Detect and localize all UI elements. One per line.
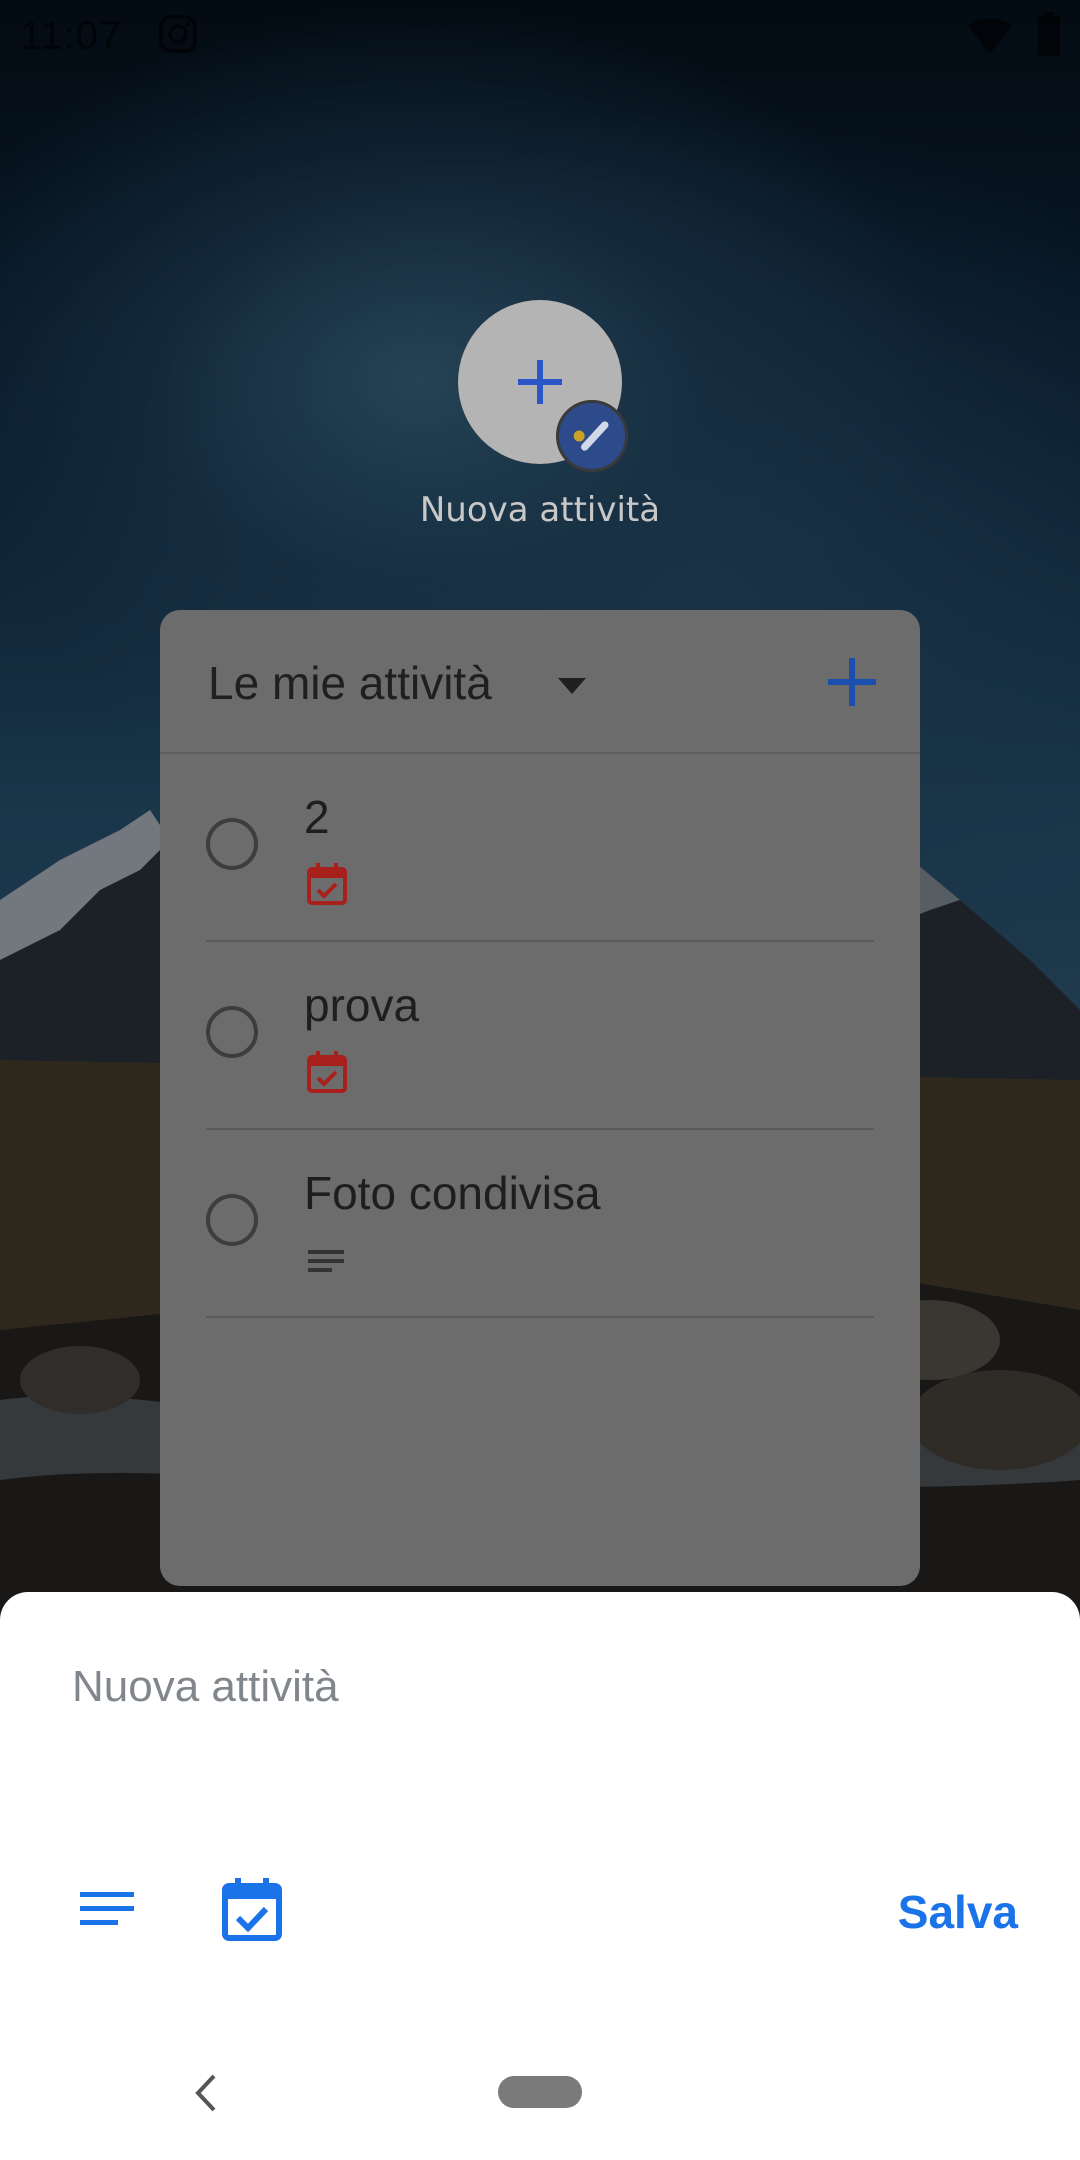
navigation-bar xyxy=(0,2040,1080,2160)
task-row[interactable]: prova xyxy=(206,942,874,1130)
task-row[interactable]: 2 xyxy=(206,754,874,942)
task-row[interactable]: Foto condivisa xyxy=(206,1130,874,1318)
add-task-button[interactable] xyxy=(820,650,884,714)
tasks-app-badge-icon xyxy=(556,400,628,472)
status-bar: 11:07 xyxy=(0,0,1080,72)
task-list-title[interactable]: Le mie attività xyxy=(208,656,492,710)
notes-icon[interactable] xyxy=(78,1882,138,1942)
home-pill[interactable] xyxy=(498,2076,582,2108)
caret-down-icon[interactable] xyxy=(552,670,592,700)
widget-header: Le mie attività xyxy=(160,610,920,754)
tasks-widget: Le mie attività 2 prova Foto condivisa xyxy=(160,610,920,1586)
task-title: 2 xyxy=(304,791,330,843)
instagram-icon xyxy=(159,15,197,53)
notes-icon xyxy=(308,1250,344,1272)
save-button[interactable]: Salva xyxy=(868,1884,1018,1940)
new-task-input[interactable] xyxy=(72,1652,972,1722)
battery-icon xyxy=(1038,12,1060,56)
calendar-check-icon xyxy=(307,863,347,905)
status-time: 11:07 xyxy=(20,14,123,58)
wifi-icon xyxy=(968,18,1012,54)
task-complete-checkbox[interactable] xyxy=(206,818,258,870)
task-complete-checkbox[interactable] xyxy=(206,1194,258,1246)
task-title: prova xyxy=(304,979,420,1031)
calendar-check-icon xyxy=(307,1051,347,1093)
shortcut-label: Nuova attività xyxy=(419,490,661,530)
back-icon[interactable] xyxy=(190,2070,222,2116)
plus-icon xyxy=(518,360,562,404)
task-title: Foto condivisa xyxy=(304,1167,601,1219)
task-complete-checkbox[interactable] xyxy=(206,1006,258,1058)
calendar-check-icon[interactable] xyxy=(220,1876,284,1942)
